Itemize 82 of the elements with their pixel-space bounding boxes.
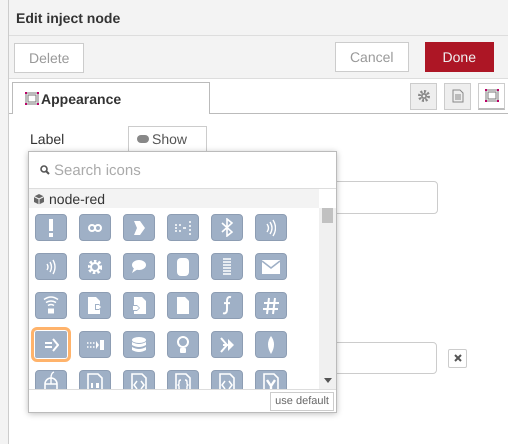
file-icon xyxy=(87,372,103,389)
document-icon xyxy=(450,89,464,103)
icon-option[interactable] xyxy=(79,253,111,280)
cylinder-icon xyxy=(176,256,190,276)
frame-icon xyxy=(484,88,498,102)
database-icon xyxy=(131,336,147,353)
tab[interactable] xyxy=(410,82,437,110)
icon-option[interactable] xyxy=(167,292,199,319)
file-arrow-icon xyxy=(131,296,147,315)
arrow-icon xyxy=(44,338,58,352)
signal-waves-icon xyxy=(266,218,276,236)
clear-button[interactable] xyxy=(448,348,467,368)
icon-option[interactable] xyxy=(255,370,287,389)
bluetooth-icon xyxy=(221,218,233,237)
envelope-icon xyxy=(261,258,281,274)
appearance-tab[interactable]: Appearance xyxy=(12,82,210,114)
dotted-bridge-icon xyxy=(174,220,192,234)
hash-icon xyxy=(262,296,280,314)
search-icon xyxy=(40,165,50,175)
icon-option[interactable] xyxy=(123,214,155,241)
infinity-icon xyxy=(88,224,102,232)
split-arrow-icon xyxy=(220,336,234,352)
field-label: Label xyxy=(30,131,66,147)
icon-option[interactable] xyxy=(35,370,67,389)
icon-option[interactable] xyxy=(211,253,243,280)
icon-option[interactable] xyxy=(35,214,67,241)
icon-option[interactable] xyxy=(79,331,111,358)
group-title: node-red xyxy=(49,190,106,206)
gear-icon xyxy=(88,260,102,274)
frame-icon xyxy=(25,92,39,105)
icon-option[interactable] xyxy=(255,331,287,358)
icon-option[interactable] xyxy=(211,331,243,358)
icon-option[interactable] xyxy=(255,292,287,319)
arrow-icon xyxy=(132,220,146,236)
icon-option[interactable] xyxy=(123,370,155,389)
signal-waves-icon xyxy=(46,258,56,274)
gear-icon xyxy=(416,89,430,103)
function-icon xyxy=(222,296,232,315)
lightbulb-icon xyxy=(177,336,189,354)
fork-file-icon xyxy=(263,372,279,389)
icon-option[interactable] xyxy=(79,292,111,319)
icon-option[interactable] xyxy=(79,370,111,389)
toggle-icon xyxy=(137,135,149,143)
icon-option[interactable] xyxy=(31,327,71,362)
speech-bubble-icon xyxy=(131,259,147,274)
icon-option[interactable] xyxy=(167,370,199,389)
icon-option[interactable] xyxy=(123,253,155,280)
leaf-icon xyxy=(267,334,275,354)
dots-bar-icon xyxy=(86,338,104,350)
icon-option[interactable] xyxy=(255,253,287,280)
scroll-thumb[interactable] xyxy=(322,208,333,223)
button[interactable]: Done xyxy=(424,42,494,72)
icon-option[interactable] xyxy=(167,214,199,241)
toggle-button[interactable]: Show xyxy=(128,126,207,152)
icon-option[interactable] xyxy=(167,253,199,280)
close-icon xyxy=(454,354,462,362)
icon-option[interactable] xyxy=(211,214,243,241)
window-title: Edit inject node xyxy=(16,10,120,26)
icon-option[interactable] xyxy=(167,331,199,358)
tab[interactable] xyxy=(478,82,505,110)
file-arrow-icon xyxy=(87,296,103,315)
wireless-tag-icon xyxy=(43,296,59,315)
icon-option[interactable] xyxy=(123,331,155,358)
icon-option[interactable] xyxy=(35,292,67,319)
icon-option[interactable] xyxy=(79,214,111,241)
tab[interactable] xyxy=(444,82,471,110)
icon-option[interactable] xyxy=(211,370,243,389)
code-file-icon xyxy=(131,372,147,389)
list-icon xyxy=(222,258,232,275)
scroll-down-icon xyxy=(324,378,332,383)
code-file-icon xyxy=(219,372,235,389)
scrollbar[interactable] xyxy=(319,208,336,389)
braces-file-icon xyxy=(175,372,191,389)
icon-option[interactable] xyxy=(123,292,155,319)
icon-option[interactable] xyxy=(35,253,67,280)
icon-option[interactable] xyxy=(211,292,243,319)
mouse-icon xyxy=(44,371,58,389)
exclamation-icon xyxy=(48,218,54,238)
use-default-button[interactable]: use default xyxy=(270,392,334,410)
icon-option[interactable] xyxy=(255,214,287,241)
file-icon xyxy=(176,296,190,315)
cube-icon xyxy=(33,192,45,204)
